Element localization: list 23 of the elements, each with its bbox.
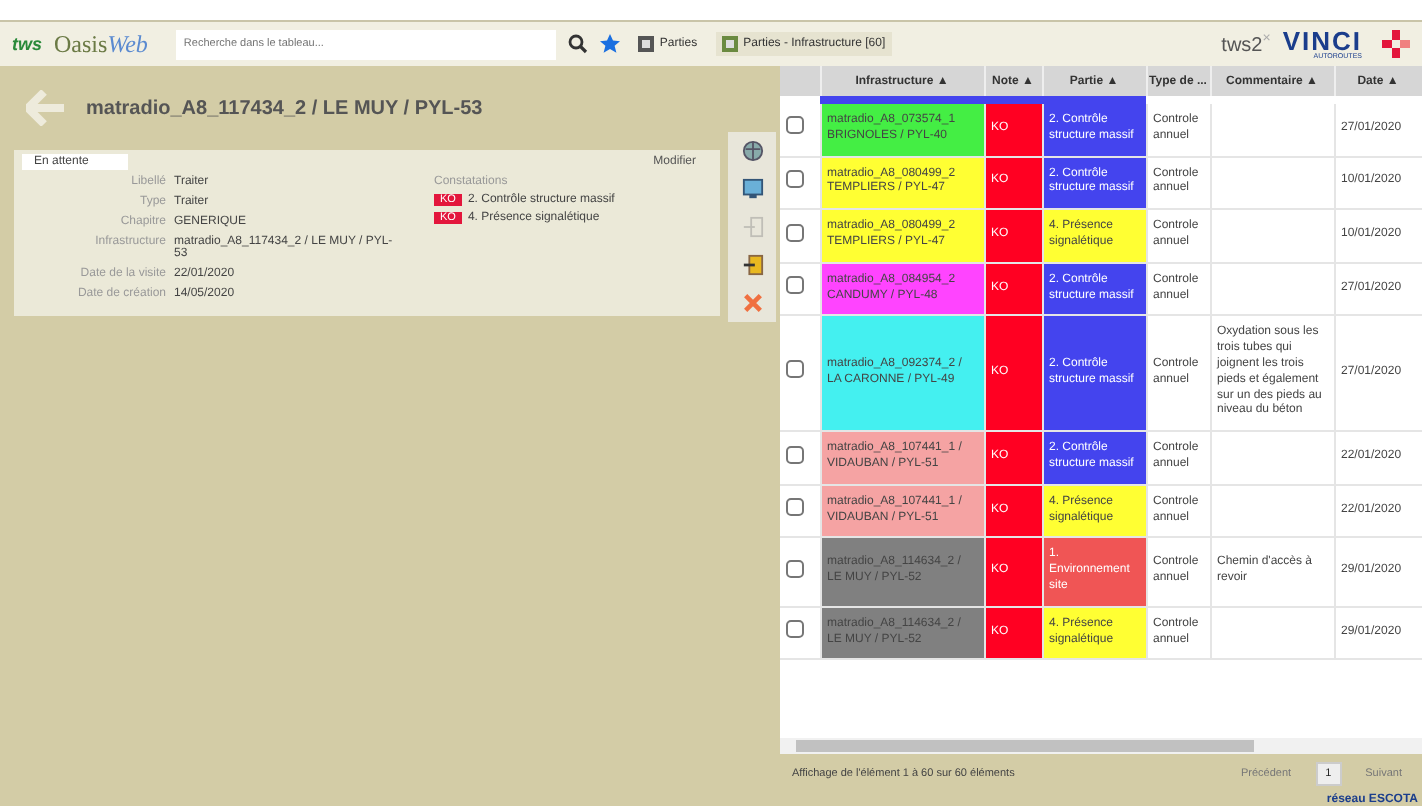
row-checkbox[interactable] (786, 498, 804, 517)
row-checkbox[interactable] (786, 223, 804, 242)
close-icon[interactable] (741, 292, 763, 314)
row-checkbox[interactable] (786, 360, 804, 379)
star-icon[interactable] (599, 34, 620, 54)
page-title: matradio_A8_117434_2 / LE MUY / PYL-53 (86, 97, 483, 119)
row-checkbox[interactable] (786, 445, 804, 464)
window-icon (637, 36, 654, 52)
export-icon[interactable] (741, 254, 763, 276)
search-icon[interactable] (567, 34, 588, 54)
row-checkbox[interactable] (786, 559, 804, 578)
logo-icon (1382, 30, 1410, 58)
globe-icon[interactable] (741, 140, 763, 162)
row-checkbox[interactable] (786, 169, 804, 188)
row-checkbox[interactable] (786, 276, 804, 295)
user-name: tws2$^{×}$ (1221, 31, 1271, 57)
row-checkbox[interactable] (786, 116, 804, 135)
logo: tws (12, 34, 43, 54)
scrollbar[interactable] (796, 740, 1254, 752)
monitor-icon[interactable] (741, 178, 763, 200)
row-checkbox[interactable] (786, 620, 804, 639)
window-icon (721, 36, 738, 52)
app-name: OasisWeb (54, 29, 148, 59)
